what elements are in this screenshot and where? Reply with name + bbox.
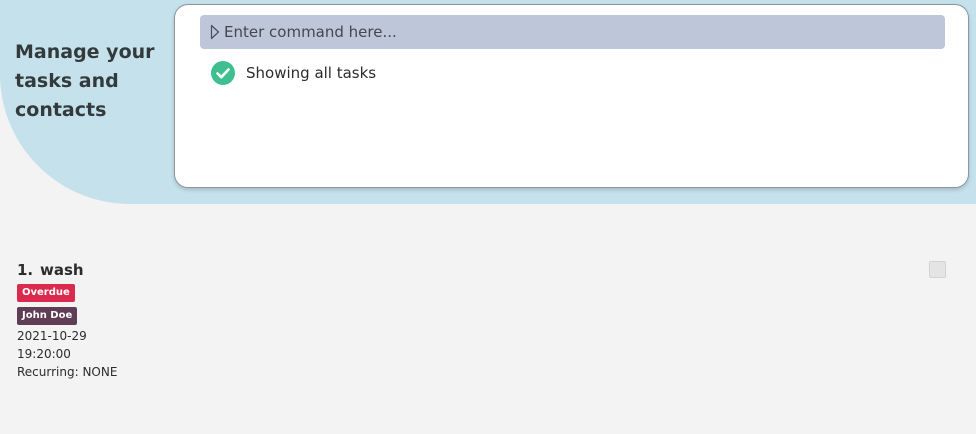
task-index: 1. xyxy=(17,261,34,279)
command-box[interactable] xyxy=(200,15,945,49)
overdue-tag: Overdue xyxy=(17,284,75,302)
tagline-line: contacts xyxy=(15,99,107,121)
tagline-line: tasks and xyxy=(15,70,119,92)
task-done-checkbox[interactable] xyxy=(929,261,946,278)
task-title-row: 1. wash xyxy=(17,260,957,280)
task-title: wash xyxy=(40,261,84,279)
result-display: Showing all tasks xyxy=(210,60,376,86)
prompt-triangle-icon xyxy=(206,15,224,49)
task-card[interactable]: 1. wash Overdue John Doe 2021-10-29 19:2… xyxy=(17,260,957,381)
task-time: 19:20:00 xyxy=(17,347,71,361)
command-input[interactable] xyxy=(224,16,945,48)
task-recurring: Recurring: NONE xyxy=(17,365,118,379)
result-message: Showing all tasks xyxy=(246,64,377,82)
command-panel: Showing all tasks xyxy=(174,4,969,188)
contact-tag: John Doe xyxy=(17,307,78,325)
app-tagline: Manage your tasks and contacts xyxy=(15,38,165,125)
tagline-line: Manage your xyxy=(15,41,155,63)
task-date: 2021-10-29 xyxy=(17,329,87,343)
check-circle-icon xyxy=(210,60,236,86)
